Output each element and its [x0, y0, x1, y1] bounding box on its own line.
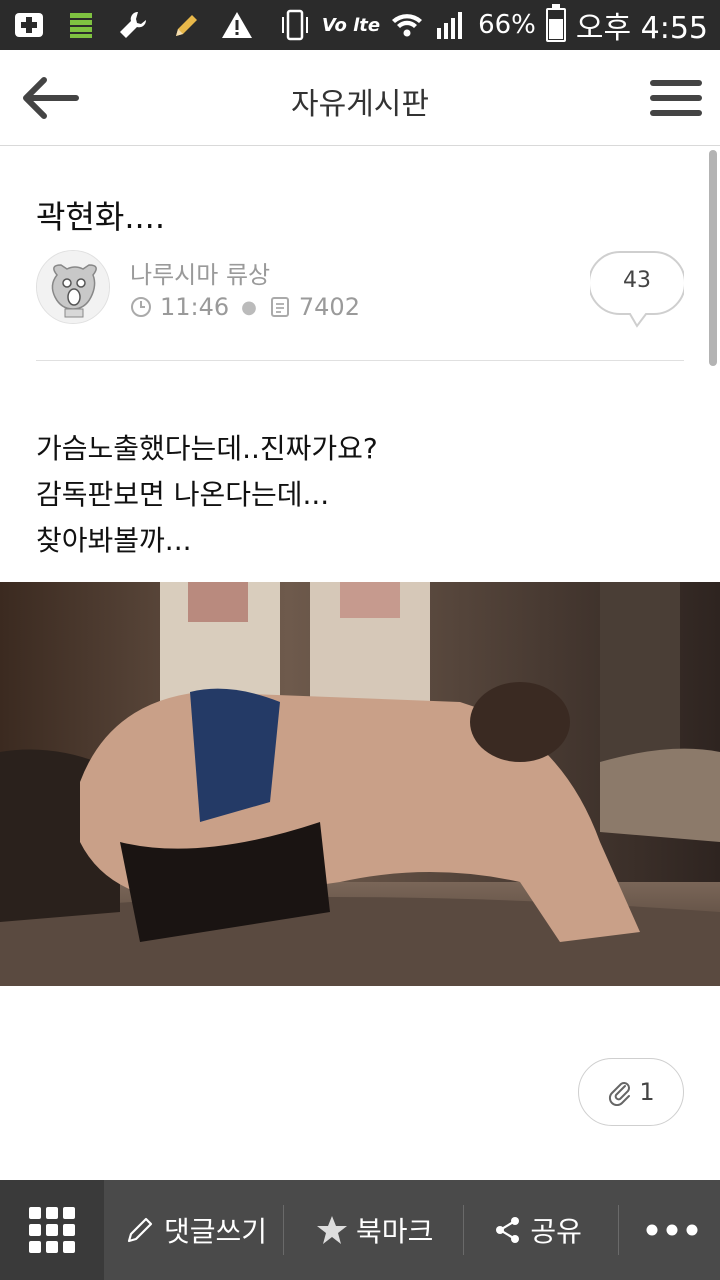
more-dots-icon [646, 1224, 698, 1236]
wrench-icon [120, 11, 147, 38]
avatar-illustration [37, 251, 109, 323]
plus-notification-icon [15, 13, 43, 37]
battery-icon [545, 4, 566, 42]
scrollbar[interactable] [709, 150, 717, 366]
grid-icon [29, 1207, 75, 1253]
post-body-line: 가슴노출했다는데..진짜가요? [36, 432, 378, 465]
author-name[interactable]: 나루시마 류상 [130, 255, 270, 290]
toolbar-divider [283, 1205, 285, 1255]
meta-separator: ● [241, 296, 257, 318]
star-icon [317, 1216, 348, 1244]
status-bar: Vo lte 66% 오후 4:55 [0, 0, 720, 50]
comment-count[interactable]: 43 [590, 268, 684, 293]
pencil-edit-icon [127, 1217, 153, 1243]
attachment-count: 1 [639, 1078, 655, 1106]
post-title: 곽현화.... [36, 198, 166, 236]
network-type-label: Vo lte [321, 14, 381, 36]
bookmark-label: 북마크 [356, 1215, 434, 1248]
view-count: 7402 [298, 293, 360, 321]
write-comment-button[interactable]: 댓글쓰기 [124, 1180, 267, 1280]
battery-level-fill [548, 19, 563, 39]
bottom-toolbar: 댓글쓰기 북마크 공유 [0, 1180, 720, 1280]
post-body-line: 감독판보면 나온다는데... [36, 478, 330, 511]
more-options-button[interactable] [645, 1180, 699, 1280]
author-avatar[interactable] [36, 250, 110, 324]
hamburger-menu-icon[interactable] [650, 74, 702, 122]
signal-icon [437, 12, 463, 39]
post-meta: 11:46 ● 7402 [130, 293, 360, 321]
wifi-icon [392, 14, 423, 37]
page-title: 자유게시판 [291, 87, 429, 122]
post-divider [36, 360, 684, 361]
post-image[interactable] [0, 582, 720, 986]
battery-percent: 66% [478, 10, 536, 40]
pencil-icon [176, 15, 197, 36]
storage-icon [70, 13, 92, 38]
document-icon [270, 297, 289, 317]
bookmark-button[interactable]: 북마크 [316, 1180, 433, 1280]
post-body-line: 찾아봐볼까... [36, 524, 192, 557]
warning-icon [222, 12, 252, 38]
app-header: 자유게시판 [0, 50, 720, 146]
share-icon [496, 1217, 520, 1243]
toolbar-divider [617, 1205, 619, 1255]
share-label: 공유 [530, 1215, 582, 1248]
apps-grid-button[interactable] [0, 1180, 104, 1280]
clock: 오후 4:55 [575, 11, 708, 46]
post-body: 가슴노출했다는데..진짜가요? 감독판보면 나온다는데... 찾아봐볼까... [36, 426, 378, 564]
vibrate-icon [281, 9, 308, 41]
share-button[interactable]: 공유 [494, 1180, 582, 1280]
attachment-button[interactable]: 1 [578, 1058, 684, 1126]
post-photo [0, 582, 720, 986]
paperclip-icon [609, 1082, 631, 1106]
clock-icon [131, 297, 151, 317]
post-time: 11:46 [160, 293, 230, 321]
toolbar-divider [463, 1205, 465, 1255]
write-comment-label: 댓글쓰기 [164, 1215, 268, 1248]
